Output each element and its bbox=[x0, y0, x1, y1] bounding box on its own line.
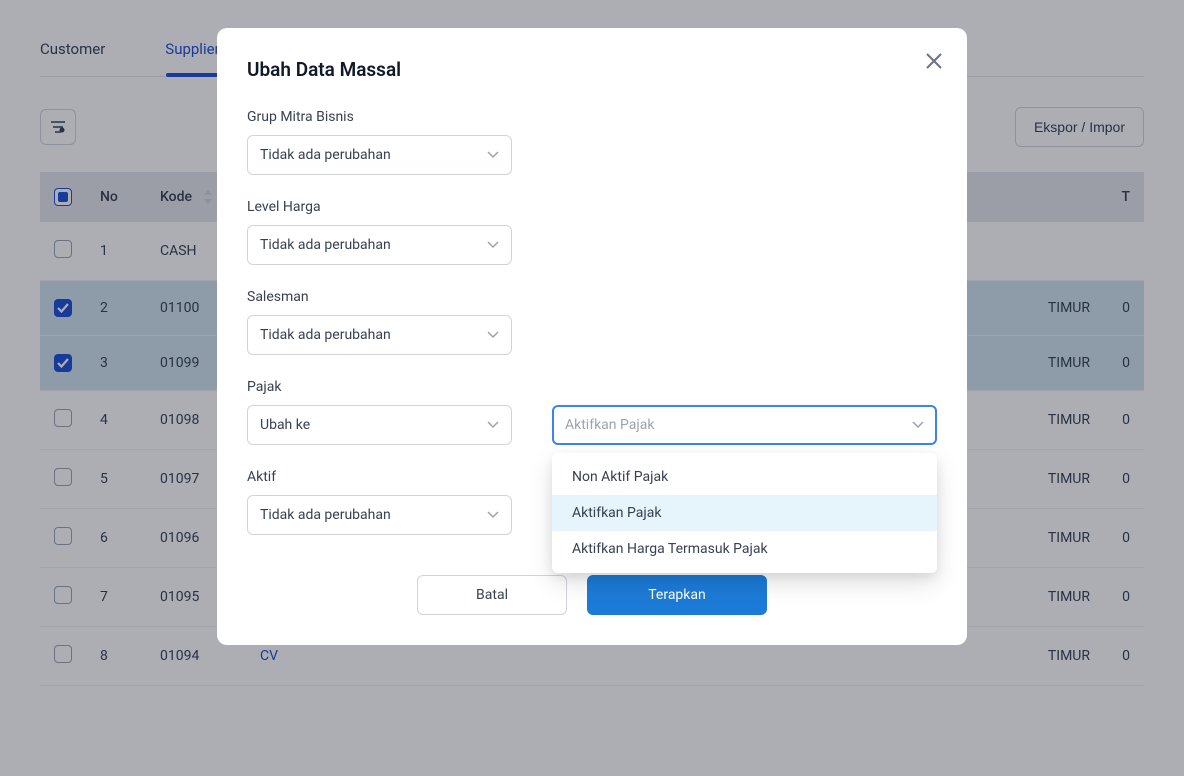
chevron-down-icon bbox=[487, 421, 499, 429]
chevron-down-icon bbox=[487, 511, 499, 519]
select-pajak-mode-value: Ubah ke bbox=[260, 417, 310, 433]
select-aktif[interactable]: Tidak ada perubahan bbox=[247, 495, 512, 535]
close-button[interactable] bbox=[925, 52, 943, 74]
select-level[interactable]: Tidak ada perubahan bbox=[247, 225, 512, 265]
dropdown-option-aktifkan[interactable]: Aktifkan Pajak bbox=[552, 495, 937, 531]
cancel-button[interactable]: Batal bbox=[417, 575, 567, 615]
chevron-down-icon bbox=[487, 241, 499, 249]
field-level: Level Harga Tidak ada perubahan bbox=[247, 199, 937, 265]
chevron-down-icon bbox=[912, 421, 924, 429]
select-pajak-mode[interactable]: Ubah ke bbox=[247, 405, 512, 445]
dropdown-option-non-aktif[interactable]: Non Aktif Pajak bbox=[552, 459, 937, 495]
label-grup: Grup Mitra Bisnis bbox=[247, 109, 937, 125]
chevron-down-icon bbox=[487, 331, 499, 339]
chevron-down-icon bbox=[487, 151, 499, 159]
label-level: Level Harga bbox=[247, 199, 937, 215]
select-grup[interactable]: Tidak ada perubahan bbox=[247, 135, 512, 175]
modal-overlay[interactable]: Ubah Data Massal Grup Mitra Bisnis Tidak… bbox=[0, 0, 1184, 776]
field-grup: Grup Mitra Bisnis Tidak ada perubahan bbox=[247, 109, 937, 175]
select-pajak-value[interactable]: Aktifkan Pajak bbox=[552, 405, 937, 445]
bulk-edit-modal: Ubah Data Massal Grup Mitra Bisnis Tidak… bbox=[217, 28, 967, 645]
dropdown-option-termasuk[interactable]: Aktifkan Harga Termasuk Pajak bbox=[552, 531, 937, 567]
label-pajak: Pajak bbox=[247, 379, 937, 395]
apply-button[interactable]: Terapkan bbox=[587, 575, 767, 615]
select-aktif-value: Tidak ada perubahan bbox=[260, 507, 391, 523]
pajak-dropdown: Non Aktif Pajak Aktifkan Pajak Aktifkan … bbox=[552, 453, 937, 573]
select-grup-value: Tidak ada perubahan bbox=[260, 147, 391, 163]
modal-title: Ubah Data Massal bbox=[247, 58, 937, 81]
select-level-value: Tidak ada perubahan bbox=[260, 237, 391, 253]
select-pajak-placeholder: Aktifkan Pajak bbox=[565, 417, 654, 433]
field-pajak: Pajak Ubah ke Aktifkan Pajak Non Aktif P… bbox=[247, 379, 937, 445]
label-salesman: Salesman bbox=[247, 289, 937, 305]
select-salesman[interactable]: Tidak ada perubahan bbox=[247, 315, 512, 355]
field-salesman: Salesman Tidak ada perubahan bbox=[247, 289, 937, 355]
select-salesman-value: Tidak ada perubahan bbox=[260, 327, 391, 343]
close-icon bbox=[925, 52, 943, 70]
modal-actions: Batal Terapkan bbox=[247, 575, 937, 615]
